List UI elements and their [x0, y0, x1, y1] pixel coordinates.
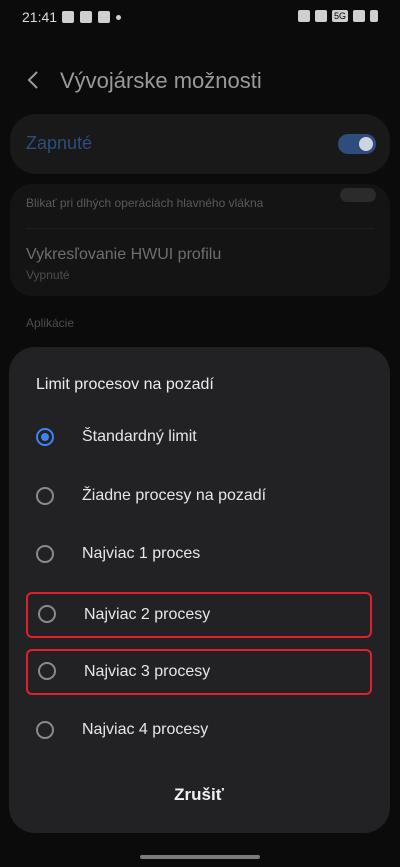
dialog-title: Limit procesov na pozadí	[36, 376, 214, 393]
radio-icon[interactable]	[36, 545, 54, 563]
setting-hwui-title: Vykresľovanie HWUI profilu	[26, 246, 222, 263]
strict-mode-toggle	[340, 188, 376, 202]
radio-icon[interactable]	[38, 605, 56, 623]
option-max-4[interactable]: Najviac 4 procesy	[26, 711, 372, 751]
network-type-icon: 5G	[331, 10, 348, 22]
status-time: 21:41	[22, 9, 58, 25]
option-label: Najviac 3 procesy	[84, 663, 211, 680]
mute-icon	[314, 10, 327, 22]
master-switch-label: Zapnuté	[26, 133, 93, 153]
system-icons: 5G	[297, 10, 378, 22]
status-bar: 21:41 5G	[0, 0, 400, 36]
option-label: Štandardný limit	[82, 428, 197, 445]
radio-icon[interactable]	[38, 662, 56, 680]
more-notifications-icon	[116, 14, 121, 20]
mail-icon	[98, 11, 110, 23]
radio-checked-icon[interactable]	[36, 428, 54, 446]
option-max-1[interactable]: Najviac 1 proces	[26, 535, 372, 575]
cloud-icon	[80, 11, 92, 23]
option-label: Žiadne procesy na pozadí	[82, 487, 267, 504]
master-switch-toggle[interactable]	[338, 134, 376, 154]
option-label: Najviac 2 procesy	[84, 606, 211, 623]
gallery-icon	[62, 11, 74, 23]
notification-icons	[62, 11, 121, 23]
signal-icon	[353, 10, 365, 22]
alarm-icon	[297, 10, 310, 22]
battery-icon	[370, 10, 378, 22]
section-header-apps: Aplikácie	[26, 316, 75, 330]
option-max-3[interactable]: Najviac 3 procesy	[26, 649, 372, 695]
app-header: Vývojárske možnosti	[0, 58, 400, 102]
radio-icon[interactable]	[36, 487, 54, 505]
divider	[26, 228, 374, 229]
option-standard-limit[interactable]: Štandardný limit	[26, 418, 372, 458]
radio-icon[interactable]	[36, 721, 54, 739]
gesture-nav-handle[interactable]	[140, 855, 260, 859]
master-switch-card[interactable]: Zapnuté	[10, 114, 390, 174]
setting-strict-mode: Blikať pri dlhých operáciách hlavného vl…	[26, 196, 264, 210]
option-max-2[interactable]: Najviac 2 procesy	[26, 592, 372, 638]
option-label: Najviac 1 proces	[82, 545, 201, 562]
setting-hwui-subtitle: Vypnuté	[26, 268, 70, 282]
settings-list: Blikať pri dlhých operáciách hlavného vl…	[10, 184, 390, 296]
back-icon[interactable]	[22, 68, 46, 92]
option-no-background[interactable]: Žiadne procesy na pozadí	[26, 477, 372, 517]
page-title: Vývojárske možnosti	[60, 68, 262, 93]
option-label: Najviac 4 procesy	[82, 721, 209, 738]
cancel-button[interactable]: Zrušiť	[149, 779, 249, 811]
process-limit-dialog: Limit procesov na pozadí Štandardný limi…	[9, 347, 390, 833]
